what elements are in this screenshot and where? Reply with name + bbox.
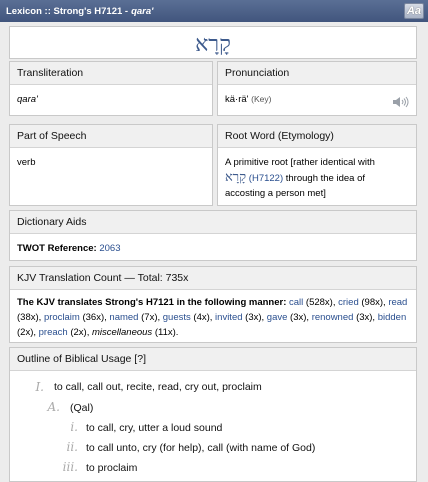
kjv-count-heading: KJV Translation Count — Total: 735x (10, 267, 416, 290)
kjv-item: gave (3x), (267, 312, 309, 323)
kjv-count: (4x), (193, 312, 213, 323)
kjv-item: guests (4x), (163, 312, 213, 323)
kjv-word-link[interactable]: bidden (378, 312, 407, 323)
outline-marker: i. (70, 420, 78, 434)
twot-label: TWOT Reference: (17, 243, 97, 254)
root-hebrew-word[interactable]: קָרָא (225, 170, 246, 185)
hebrew-headword: קָרָא (195, 32, 231, 57)
pronunciation-row: kä·rä' (Key) (218, 85, 416, 114)
root-ref-link[interactable]: (H7122) (249, 173, 283, 184)
kjv-item: renowned (3x), (312, 312, 375, 323)
kjv-count: (3x), (290, 312, 310, 323)
kjv-count: (98x), (361, 297, 386, 308)
root-word-panel: Root Word (Etymology) A primitive root [… (217, 124, 417, 206)
kjv-count-body: The KJV translates Strong's H7121 in the… (10, 290, 416, 347)
outline-marker: A. (47, 400, 60, 414)
kjv-item: miscellaneous (11x). (92, 327, 178, 338)
kjv-word-link[interactable]: call (289, 297, 303, 308)
outline-heading[interactable]: Outline of Biblical Usage [?] (10, 348, 416, 371)
kjv-count: (3x), (356, 312, 376, 323)
root-word-text-1: A primitive root [rather identical with (225, 157, 375, 168)
kjv-item: call (528x), (289, 297, 335, 308)
part-of-speech-panel: Part of Speech verb (9, 124, 213, 206)
outline-marker: ii. (66, 440, 79, 454)
kjv-word-link[interactable]: read (388, 297, 407, 308)
outline-item: (Qal) (70, 402, 94, 414)
kjv-count: (7x), (141, 312, 161, 323)
root-word-heading: Root Word (Etymology) (218, 125, 416, 148)
twot-link[interactable]: 2063 (99, 243, 120, 254)
title-word: qara' (131, 5, 154, 17)
lexicon-title-bar: Lexicon :: Strong's H7121 - qara' Aa (0, 0, 428, 22)
kjv-item: named (7x), (109, 312, 160, 323)
kjv-item: cried (98x), (338, 297, 386, 308)
kjv-intro: The KJV translates Strong's H7121 in the… (17, 297, 287, 308)
dictionary-aids-heading: Dictionary Aids (10, 211, 416, 234)
title-text: Lexicon :: Strong's H7121 - (6, 5, 129, 17)
root-word-text-3: accosting a person met] (225, 188, 326, 199)
kjv-word-link[interactable]: renowned (312, 312, 354, 323)
kjv-count: (3x), (245, 312, 265, 323)
kjv-count: (2x), (17, 327, 36, 338)
outline-item: to call, cry, utter a loud sound (86, 422, 223, 434)
transliteration-value: qara' (17, 94, 38, 105)
outline-item: to proclaim (86, 462, 138, 474)
kjv-word-link[interactable]: guests (163, 312, 191, 323)
part-of-speech-value: verb (17, 157, 36, 168)
pronunciation-panel: Pronunciation kä·rä' (Key) (217, 61, 417, 116)
kjv-word-link[interactable]: cried (338, 297, 359, 308)
kjv-item: proclaim (36x), (44, 312, 107, 323)
transliteration-panel: Transliteration qara' (9, 61, 213, 116)
outline-marker: iii. (62, 460, 78, 474)
kjv-word-link[interactable]: gave (267, 312, 288, 323)
pronunciation-key-link[interactable]: (Key) (251, 94, 271, 104)
transliteration-heading: Transliteration (10, 62, 212, 85)
kjv-count-panel: KJV Translation Count — Total: 735x The … (9, 266, 417, 343)
root-word-text-2: through the idea of (283, 173, 365, 184)
speaker-icon[interactable] (392, 96, 410, 108)
kjv-item: preach (2x), (39, 327, 90, 338)
kjv-word-link[interactable]: proclaim (44, 312, 80, 323)
outline-item: to call unto, cry (for help), call (with… (86, 442, 316, 454)
pronunciation-value: kä·rä' (225, 94, 249, 105)
kjv-word-link[interactable]: invited (215, 312, 242, 323)
kjv-misc: miscellaneous (91, 327, 153, 338)
pronunciation-heading: Pronunciation (218, 62, 416, 85)
font-size-button[interactable]: Aa (404, 3, 424, 19)
kjv-word-link[interactable]: named (109, 312, 138, 323)
dictionary-aids-panel: Dictionary Aids TWOT Reference: 2063 (9, 210, 417, 261)
kjv-count: (11x). (154, 327, 179, 338)
part-of-speech-heading: Part of Speech (10, 125, 212, 148)
outline-item: to call, call out, recite, read, cry out… (54, 381, 262, 393)
kjv-count: (2x), (70, 327, 90, 338)
kjv-count: (36x), (82, 312, 107, 323)
outline-marker: I. (35, 380, 44, 394)
root-word-body: A primitive root [rather identical with … (218, 148, 416, 208)
dictionary-aids-row: TWOT Reference: 2063 (10, 234, 416, 263)
headword-panel: קָרָא (9, 26, 417, 59)
kjv-count: (528x), (305, 297, 336, 308)
kjv-word-link[interactable]: preach (39, 327, 68, 338)
kjv-count: (38x), (17, 312, 42, 323)
kjv-item: invited (3x), (215, 312, 264, 323)
